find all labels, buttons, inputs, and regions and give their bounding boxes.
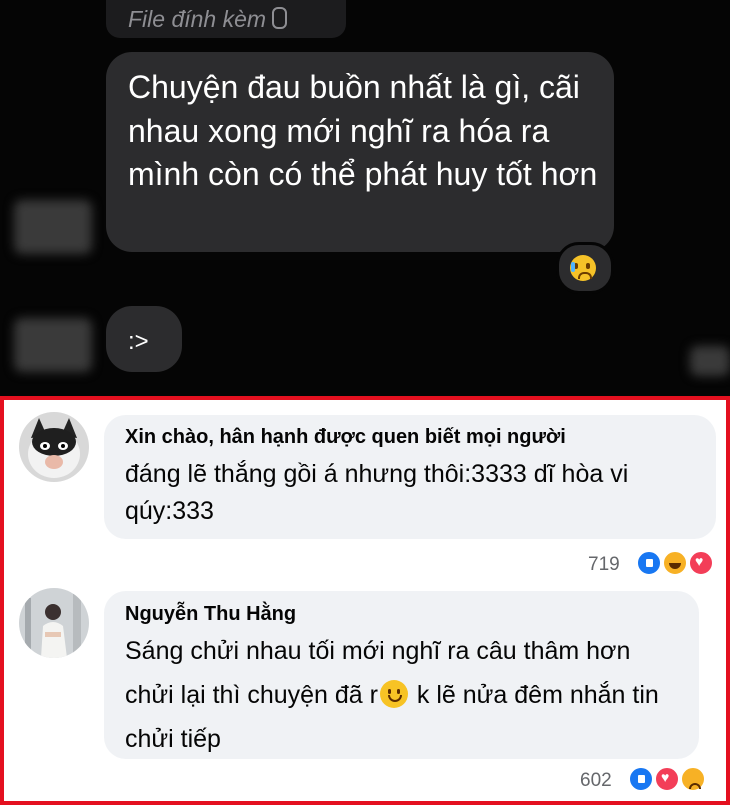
reaction-count[interactable]: 719 <box>588 554 620 576</box>
chat-screenshot: File đính kèm Chuyện đau buồn nhất là gì… <box>0 0 730 396</box>
smiling-face-icon <box>379 680 408 708</box>
attachment-label: File đính kèm <box>128 6 288 33</box>
sad-reaction-icon <box>680 766 706 792</box>
commenter-name[interactable]: Nguyễn Thu Hằng <box>125 603 296 626</box>
reply-text: :> <box>128 328 149 355</box>
love-reaction-icon <box>688 550 714 576</box>
blurred-avatar <box>14 318 92 372</box>
cat-avatar-icon <box>19 412 89 482</box>
blurred-element <box>690 346 730 376</box>
like-reaction-icon <box>636 550 662 576</box>
commenter-name[interactable]: Xin chào, hân hạnh được quen biết mọi ng… <box>125 426 566 449</box>
avatar[interactable] <box>19 588 89 658</box>
like-reaction-icon <box>628 766 654 792</box>
person-avatar-icon <box>19 588 89 658</box>
paperclip-icon <box>272 7 288 29</box>
blurred-avatar <box>14 200 92 254</box>
haha-reaction-icon <box>662 550 688 576</box>
reaction-count[interactable]: 602 <box>580 770 612 792</box>
message-text: Chuyện đau buồn nhất là gì, cãi nhau xon… <box>128 69 598 192</box>
comment-text: đáng lẽ thắng gồi á nhưng thôi:3333 dĩ h… <box>125 460 629 525</box>
comments-section: Xin chào, hân hạnh được quen biết mọi ng… <box>0 396 730 805</box>
avatar[interactable] <box>19 412 89 482</box>
tear-icon <box>571 262 575 272</box>
love-reaction-icon <box>654 766 680 792</box>
comment-text: Sáng chửi nhau tối mới nghĩ ra câu thâm … <box>125 637 659 753</box>
